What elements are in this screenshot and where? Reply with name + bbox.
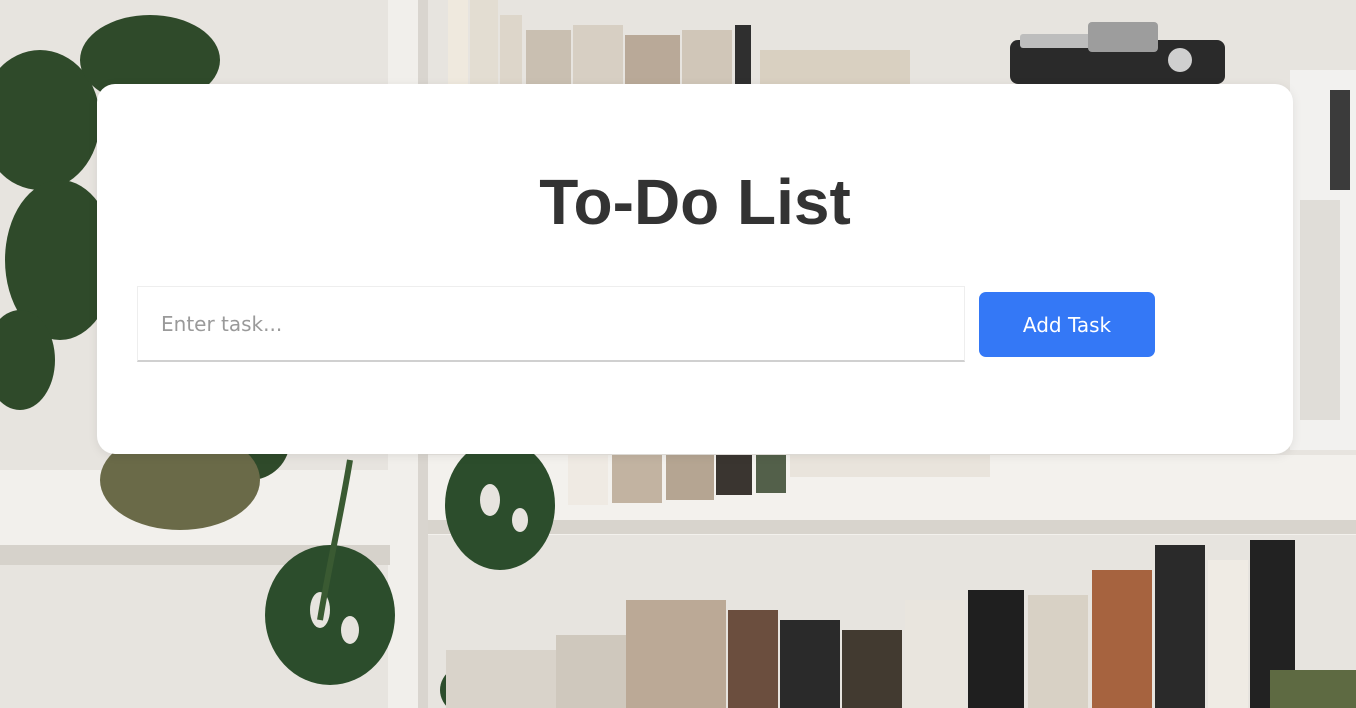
add-task-button[interactable]: Add Task (979, 292, 1155, 357)
page-title: To-Do List (539, 166, 851, 238)
todo-card: To-Do List Add Task (97, 84, 1293, 454)
task-input[interactable] (137, 286, 965, 362)
